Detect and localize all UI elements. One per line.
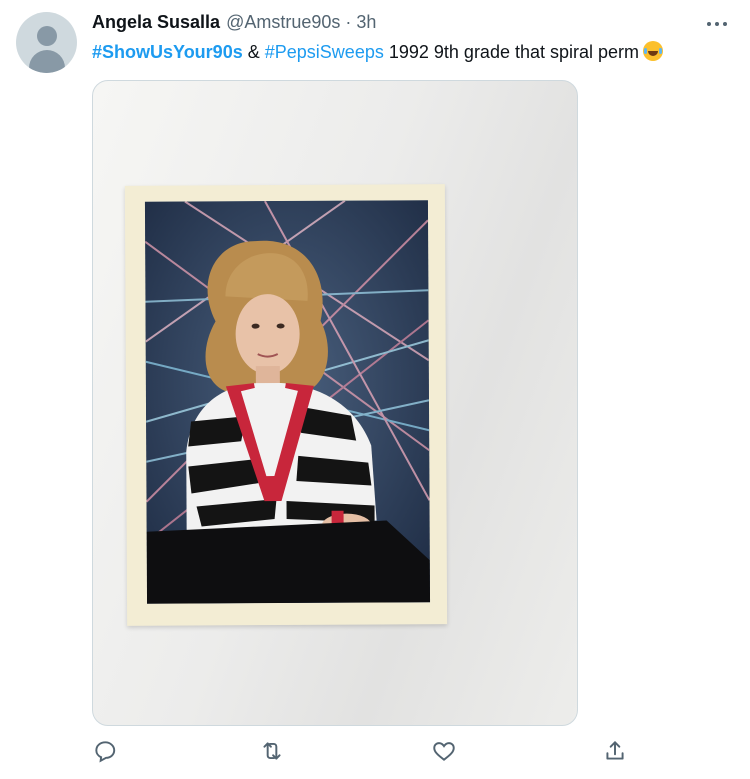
ampersand-text: & [247, 42, 260, 62]
more-options-icon[interactable] [706, 12, 730, 34]
tweet-actions [0, 738, 750, 768]
separator-dot: · [345, 12, 352, 32]
body-text: 1992 9th grade that spiral perm [388, 42, 640, 62]
face-with-tears-of-joy-icon [643, 41, 664, 61]
school-portrait-photo [144, 200, 431, 604]
hashtag-link[interactable]: #PepsiSweeps [265, 42, 384, 62]
school-photo-card [124, 184, 448, 626]
avatar[interactable] [16, 12, 77, 73]
user-handle[interactable]: @Amstrue90s [226, 12, 340, 33]
hashtag-link[interactable]: #ShowUsYour90s [92, 42, 243, 62]
like-icon[interactable] [431, 738, 457, 764]
timestamp[interactable]: 3h [356, 12, 376, 33]
tweet-header: Angela Susalla @Amstrue90s · 3h [92, 12, 376, 34]
avatar-body [29, 50, 65, 73]
tweet-media-image[interactable] [92, 80, 578, 726]
share-icon[interactable] [602, 738, 628, 764]
reply-icon[interactable] [92, 738, 118, 764]
avatar-head [37, 26, 57, 46]
portrait-illustration [144, 200, 431, 604]
display-name[interactable]: Angela Susalla [92, 12, 220, 33]
retweet-icon[interactable] [259, 738, 285, 764]
tweet-text: #ShowUsYour90s & #PepsiSweeps 1992 9th g… [92, 40, 664, 64]
